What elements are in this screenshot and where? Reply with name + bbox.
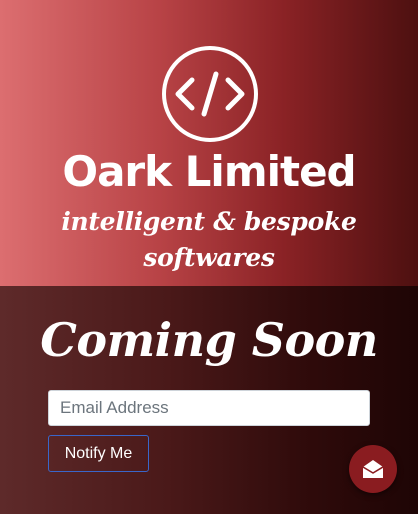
notify-me-button[interactable]: Notify Me (48, 435, 149, 472)
hero-section: Oark Limited intelligent & bespoke softw… (0, 0, 418, 286)
email-field[interactable] (48, 390, 370, 426)
envelope-open-icon (362, 460, 384, 478)
tagline: intelligent & bespoke softwares (61, 207, 357, 272)
company-name: Oark Limited (62, 147, 356, 196)
coming-soon-heading: Coming Soon (40, 313, 378, 367)
contact-button[interactable] (349, 445, 397, 493)
code-brackets-icon (162, 46, 258, 142)
